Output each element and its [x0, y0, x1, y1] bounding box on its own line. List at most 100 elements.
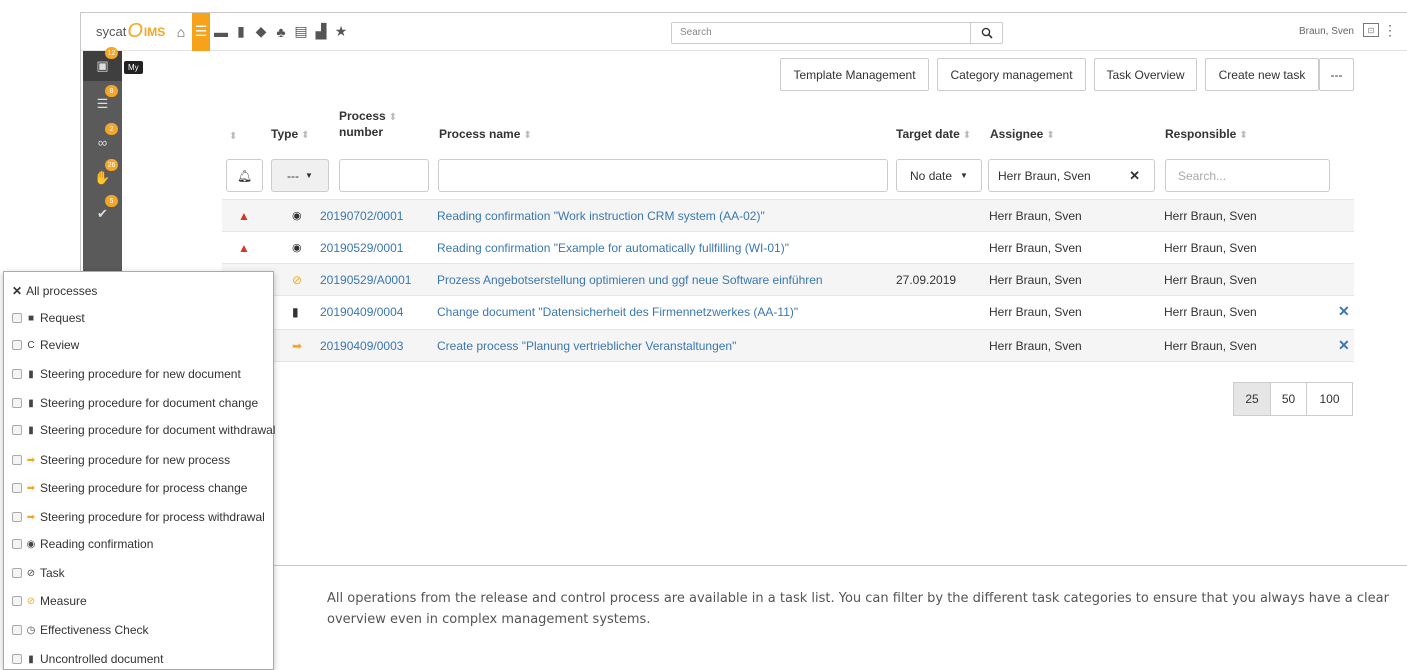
type-header[interactable]: Type ⬍ [271, 127, 310, 141]
logo-text: sycat [96, 24, 127, 39]
dropdown-option-new-document[interactable]: ▮ Steering procedure for new document [12, 367, 241, 381]
check-circle-icon: ✔ [97, 206, 108, 221]
checkbox[interactable] [12, 654, 22, 664]
sort-icon: ⬍ [388, 112, 398, 123]
process-name-link[interactable]: Reading confirmation "Work instruction C… [437, 209, 765, 223]
checkbox[interactable] [12, 398, 22, 408]
dropdown-option-review[interactable]: C Review [12, 338, 79, 352]
checkbox[interactable] [12, 455, 22, 465]
table-row[interactable]: ▲ ◉ 20190702/0001 Reading confirmation "… [222, 199, 1354, 231]
bar-chart-icon[interactable]: ▟ [312, 13, 330, 51]
page-size-25[interactable]: 25 [1233, 382, 1271, 416]
search-icon[interactable] [970, 22, 1003, 44]
graduation-cap-icon[interactable]: ◆ [252, 13, 270, 51]
checkbox[interactable] [12, 625, 22, 635]
assignee-filter-input[interactable]: Herr Braun, Sven ✕ [988, 159, 1155, 192]
dropdown-option-document-change[interactable]: ▮ Steering procedure for document change [12, 396, 258, 410]
table-row[interactable]: ⊘ 20190529/A0001 Prozess Angebotserstell… [222, 263, 1354, 295]
sidebar-item-feedback[interactable]: ✋ 26 [83, 159, 122, 193]
option-label: Steering procedure for document withdraw… [40, 423, 276, 437]
process-name-filter-input[interactable] [438, 159, 888, 192]
process-name-link[interactable]: Change document "Datensicherheit des Fir… [437, 305, 798, 319]
process-name-link[interactable]: Reading confirmation "Example for automa… [437, 241, 789, 255]
sidebar-item-reading[interactable]: ∞ 2 [83, 123, 122, 157]
dropdown-option-measure[interactable]: ⊘ Measure [12, 594, 87, 608]
remove-icon[interactable]: ✕ [1338, 337, 1350, 354]
checkbox[interactable] [12, 596, 22, 606]
checkbox[interactable] [12, 369, 22, 379]
process-name-link[interactable]: Prozess Angebotserstellung optimieren un… [437, 273, 823, 287]
all-processes-option[interactable]: ✕ All processes [12, 284, 97, 298]
process-number-link[interactable]: 20190529/0001 [320, 241, 403, 255]
process-number-link[interactable]: 20190529/A0001 [320, 273, 411, 287]
home-icon[interactable]: ⌂ [172, 13, 190, 51]
responsible-header[interactable]: Responsible ⬍ [1165, 127, 1248, 141]
sidebar-item-my[interactable]: ▣ 12 [83, 47, 122, 81]
target-date: 27.09.2019 [896, 273, 957, 287]
notification-filter[interactable]: 🔔︎ [226, 159, 263, 192]
remove-icon[interactable]: ✕ [1338, 303, 1350, 320]
description-caption: All operations from the release and cont… [327, 591, 1389, 627]
checkbox[interactable] [12, 313, 22, 323]
dropdown-option-document-withdrawal[interactable]: ▮ Steering procedure for document withdra… [12, 423, 275, 437]
dropdown-option-process-withdrawal[interactable]: ➡ Steering procedure for process withdraw… [12, 510, 265, 524]
org-chart-icon[interactable]: ♣ [272, 13, 290, 51]
clear-icon[interactable]: ✕ [1129, 168, 1140, 184]
document-icon[interactable]: ▮ [232, 13, 250, 51]
checkbox[interactable] [12, 568, 22, 578]
process-number-header[interactable]: Process ⬍ number [339, 109, 397, 139]
global-search-input[interactable]: Search [671, 22, 1003, 44]
dropdown-option-process-change[interactable]: ➡ Steering procedure for process change [12, 481, 247, 495]
dropdown-option-request[interactable]: ■ Request [12, 311, 85, 325]
create-new-task-button[interactable]: Create new task [1205, 58, 1319, 91]
dropdown-option-effectiveness-check[interactable]: ◷ Effectiveness Check [12, 623, 149, 637]
user-name[interactable]: Braun, Sven [1299, 26, 1354, 37]
task-list-icon[interactable]: ☰ [192, 12, 210, 51]
checkbox[interactable] [12, 539, 22, 549]
checkbox[interactable] [12, 483, 22, 493]
responsible-filter-input[interactable]: Search... [1165, 159, 1330, 192]
table-row[interactable]: ▮ 20190409/0004 Change document "Datensi… [222, 295, 1354, 327]
dropdown-option-task[interactable]: ⊘ Task [12, 566, 65, 580]
more-actions-button[interactable]: --- [1319, 58, 1354, 91]
process-number-header-line1: Process [339, 109, 386, 123]
sidebar-item-measures[interactable]: ✔ 5 [83, 195, 122, 229]
checkbox[interactable] [12, 425, 22, 435]
template-management-button[interactable]: Template Management [780, 58, 929, 91]
comment-icon: ■ [27, 312, 35, 324]
checkbox[interactable] [12, 340, 22, 350]
target-date-filter-select[interactable]: No date ▼ [896, 159, 982, 192]
dropdown-option-uncontrolled-document[interactable]: ▮ Uncontrolled document [12, 652, 163, 666]
assignee: Herr Braun, Sven [989, 339, 1082, 353]
process-number-link[interactable]: 20190409/0003 [320, 339, 403, 353]
star-icon[interactable]: ★ [332, 13, 350, 51]
type-filter-select[interactable]: --- ▼ [271, 159, 329, 192]
process-number-link[interactable]: 20190409/0004 [320, 305, 403, 319]
process-name-header[interactable]: Process name ⬍ [439, 127, 532, 141]
category-management-button[interactable]: Category management [937, 58, 1086, 91]
presentation-icon[interactable]: ⊡ [1363, 23, 1379, 37]
assignee-filter-value: Herr Braun, Sven [998, 168, 1091, 183]
page-size-100[interactable]: 100 [1306, 382, 1353, 416]
assignee-header[interactable]: Assignee ⬍ [990, 127, 1055, 141]
dropdown-option-reading-confirmation[interactable]: ◉ Reading confirmation [12, 537, 153, 551]
table-row[interactable]: ▲ ◉ 20190529/0001 Reading confirmation "… [222, 231, 1354, 263]
sidebar-item-tasks[interactable]: ☰ 8 [83, 85, 122, 119]
more-vertical-icon[interactable]: ⋮ [1383, 22, 1397, 39]
process-name-link[interactable]: Create process "Planung vertrieblicher V… [437, 339, 736, 353]
table-row[interactable]: ➡ 20190409/0003 Create process "Planung … [222, 329, 1354, 361]
dropdown-option-new-process[interactable]: ➡ Steering procedure for new process [12, 453, 230, 467]
cards-icon[interactable]: ▬ [212, 13, 230, 51]
task-overview-button[interactable]: Task Overview [1094, 58, 1197, 91]
process-number-filter-input[interactable] [339, 159, 429, 192]
page-size-50[interactable]: 50 [1270, 382, 1307, 416]
target-date-header[interactable]: Target date ⬍ [896, 127, 971, 141]
responsible: Herr Braun, Sven [1164, 305, 1257, 319]
copy-icon[interactable]: ▤ [292, 13, 310, 51]
eye-icon: ◉ [26, 538, 36, 550]
sycat-ims-logo[interactable]: sycat O IMS [96, 20, 166, 43]
checkbox[interactable] [12, 512, 22, 522]
process-number-link[interactable]: 20190702/0001 [320, 209, 403, 223]
logo-o: O [127, 20, 143, 42]
sort-icon[interactable]: ⬍ [229, 131, 237, 142]
